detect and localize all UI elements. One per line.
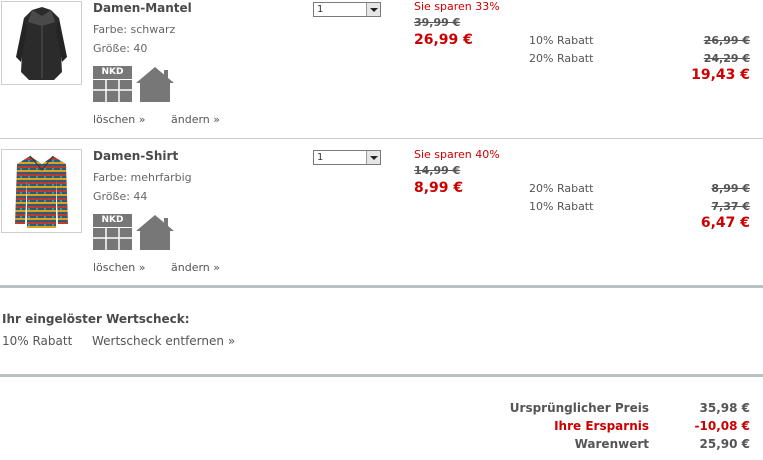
delete-link[interactable]: löschen » bbox=[93, 261, 146, 274]
original-price-value: 35,98 € bbox=[699, 401, 750, 415]
product-size: Größe: 40 bbox=[93, 42, 148, 55]
product-color: Farbe: schwarz bbox=[93, 23, 176, 36]
total-label: Warenwert bbox=[574, 437, 649, 451]
sale-price: 8,99 € bbox=[414, 180, 464, 196]
voucher-value: 10% Rabatt bbox=[2, 334, 73, 348]
sale-price: 26,99 € bbox=[414, 32, 473, 48]
quantity-select[interactable]: 1 bbox=[313, 2, 381, 17]
nkd-store-icon: NKD bbox=[93, 214, 132, 250]
discount-price: 26,99 € bbox=[703, 34, 750, 47]
item-divider bbox=[0, 138, 763, 139]
old-price: 14,99 € bbox=[414, 164, 461, 177]
original-price-label: Ursprünglicher Preis bbox=[509, 401, 649, 415]
remove-voucher-link[interactable]: Wertscheck entfernen » bbox=[92, 334, 235, 348]
voucher-heading: Ihr eingelöster Wertscheck: bbox=[2, 312, 190, 326]
product-name[interactable]: Damen-Mantel bbox=[93, 1, 192, 15]
product-size: Größe: 44 bbox=[93, 190, 148, 203]
section-divider bbox=[0, 374, 763, 377]
chevron-down-icon[interactable] bbox=[366, 151, 380, 164]
savings-percent: Sie sparen 40% bbox=[414, 148, 500, 161]
quantity-value: 1 bbox=[317, 4, 324, 15]
product-image-shirt[interactable] bbox=[1, 149, 82, 233]
nkd-label: NKD bbox=[101, 215, 124, 225]
quantity-select[interactable]: 1 bbox=[313, 150, 381, 165]
nkd-store-icon: NKD bbox=[93, 66, 132, 102]
product-name[interactable]: Damen-Shirt bbox=[93, 149, 178, 163]
home-delivery-icon bbox=[136, 215, 174, 250]
change-link[interactable]: ändern » bbox=[171, 113, 220, 126]
total-value: 25,90 € bbox=[699, 437, 750, 451]
discount-label: 10% Rabatt bbox=[529, 34, 594, 47]
discount-price: 7,37 € bbox=[711, 200, 750, 213]
discount-price: 24,29 € bbox=[703, 52, 750, 65]
quantity-value: 1 bbox=[317, 152, 324, 163]
discount-label: 20% Rabatt bbox=[529, 52, 594, 65]
home-delivery-icon bbox=[136, 67, 174, 102]
product-image-mantel[interactable] bbox=[1, 1, 82, 85]
final-price: 6,47 € bbox=[700, 215, 750, 231]
discount-label: 20% Rabatt bbox=[529, 182, 594, 195]
discount-label: 10% Rabatt bbox=[529, 200, 594, 213]
grid-icon bbox=[93, 79, 132, 102]
product-color: Farbe: mehrfarbig bbox=[93, 171, 192, 184]
savings-value: -10,08 € bbox=[694, 419, 750, 433]
grid-icon bbox=[93, 227, 132, 250]
final-price: 19,43 € bbox=[691, 67, 750, 83]
chevron-down-icon[interactable] bbox=[366, 3, 380, 16]
section-divider bbox=[0, 285, 763, 288]
change-link[interactable]: ändern » bbox=[171, 261, 220, 274]
nkd-label: NKD bbox=[101, 67, 124, 77]
old-price: 39,99 € bbox=[414, 16, 461, 29]
savings-label: Ihre Ersparnis bbox=[554, 419, 649, 433]
delete-link[interactable]: löschen » bbox=[93, 113, 146, 126]
discount-price: 8,99 € bbox=[711, 182, 750, 195]
savings-percent: Sie sparen 33% bbox=[414, 0, 500, 13]
